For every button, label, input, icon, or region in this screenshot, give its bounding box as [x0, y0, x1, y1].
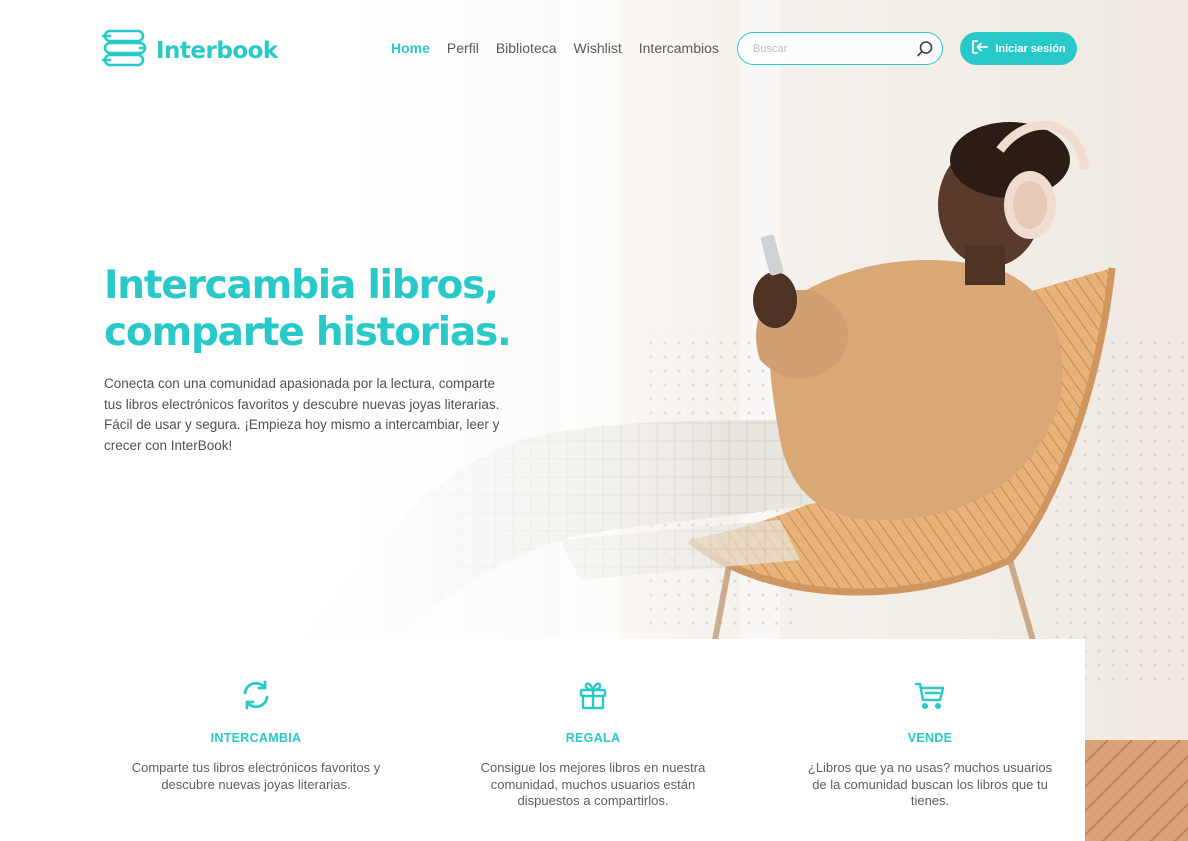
search-input[interactable] — [753, 42, 916, 55]
feature-description: Consigue los mejores libros en nuestra c… — [480, 760, 706, 808]
nav-intercambios[interactable]: Intercambios — [639, 40, 719, 56]
nav-home[interactable]: Home — [391, 40, 430, 56]
feature-title: VENDE — [907, 731, 953, 745]
main-nav: Home Perfil Biblioteca Wishlist Intercam… — [391, 40, 719, 56]
brand-name: Interbook — [156, 37, 278, 64]
site-header: Interbook Home Perfil Biblioteca Wishlis… — [0, 0, 1188, 96]
hero-title: Intercambia libros, comparte historias. — [104, 262, 574, 356]
brand-logo[interactable]: Interbook — [100, 28, 278, 73]
login-label: Iniciar sesión — [995, 42, 1066, 55]
search-icon[interactable] — [916, 40, 934, 58]
feature-description: ¿Libros que ya no usas? muchos usuarios … — [807, 760, 1053, 808]
books-logo-icon — [100, 28, 148, 73]
login-button[interactable]: Iniciar sesión — [960, 32, 1077, 65]
search-box — [737, 32, 943, 65]
nav-wishlist[interactable]: Wishlist — [574, 40, 622, 56]
hero-title-line-2: comparte historias. — [104, 310, 512, 355]
hero-title-line-1: Intercambia libros, — [104, 263, 499, 308]
feature-title: INTERCAMBIA — [210, 731, 302, 745]
nav-biblioteca[interactable]: Biblioteca — [496, 40, 557, 56]
login-icon — [971, 39, 989, 58]
feature-description: Comparte tus libros electrónicos favorit… — [131, 760, 381, 792]
nav-perfil[interactable]: Perfil — [447, 40, 479, 56]
landing-page: Interbook Home Perfil Biblioteca Wishlis… — [0, 0, 1188, 841]
gift-icon — [575, 677, 611, 713]
cart-icon — [912, 677, 948, 713]
features-section: INTERCAMBIA Comparte tus libros electrón… — [88, 639, 1085, 841]
feature-title: REGALA — [565, 731, 621, 745]
hero-description: Conecta con una comunidad apasionada por… — [104, 376, 500, 453]
refresh-icon — [238, 677, 274, 713]
